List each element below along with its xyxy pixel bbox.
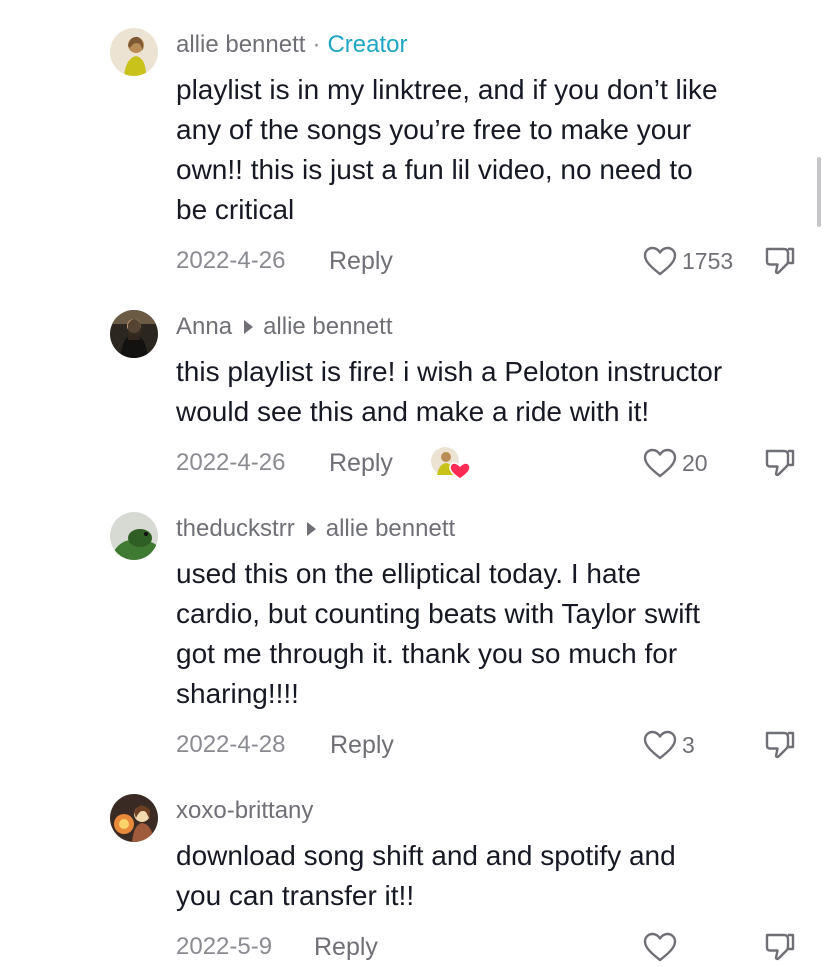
reply-to-username[interactable]: allie bennett: [326, 515, 455, 543]
username[interactable]: theduckstrr: [176, 515, 295, 543]
like-button[interactable]: 1753: [643, 245, 733, 277]
comment-text: download song shift and and spotify and …: [176, 840, 676, 911]
scrollbar[interactable]: [817, 157, 821, 227]
like-button[interactable]: [643, 931, 682, 963]
comment-meta: xoxo-brittany: [176, 796, 313, 826]
comment-date: 2022-4-26: [176, 247, 286, 274]
comment-date: 2022-4-26: [176, 449, 286, 476]
comment-footer: 2022-4-26 Reply 1753: [0, 241, 827, 281]
comment-text: used this on the elliptical today. I hat…: [176, 558, 700, 709]
comment-text: this playlist is fire! i wish a Peloton …: [176, 356, 723, 427]
reply-arrow-icon: [306, 522, 316, 536]
avatar[interactable]: [110, 794, 158, 842]
creator-badge: Creator: [327, 31, 408, 58]
comment-footer: 2022-4-28 Reply 3: [0, 725, 827, 765]
heart-outline-icon: [643, 932, 677, 962]
dislike-button[interactable]: [764, 246, 796, 281]
reply-arrow-icon: [244, 320, 254, 334]
like-count: 3: [682, 731, 695, 758]
username[interactable]: Anna: [176, 313, 232, 341]
dislike-button[interactable]: [764, 932, 796, 967]
like-count: 1753: [682, 247, 734, 274]
comment-text: playlist is in my linktree, and if you d…: [176, 74, 718, 225]
heart-outline-icon: [643, 246, 677, 276]
creator-liked-badge: [430, 445, 471, 481]
avatar[interactable]: [110, 310, 158, 358]
thumbs-down-icon: [765, 933, 795, 961]
username[interactable]: xoxo-brittany: [176, 797, 313, 825]
comment-footer: 2022-4-26 Reply 20: [0, 443, 827, 483]
comment-meta: allie bennett · Creator: [176, 30, 407, 60]
comment-footer: 2022-5-9 Reply: [0, 927, 827, 967]
dislike-button[interactable]: [764, 730, 796, 765]
separator: ·: [312, 31, 321, 58]
username[interactable]: allie bennett: [176, 31, 305, 59]
comment-meta: theduckstrr allie bennett: [176, 514, 455, 544]
avatar[interactable]: [110, 28, 158, 76]
avatar[interactable]: [110, 512, 158, 560]
like-count: 20: [682, 449, 708, 476]
like-button[interactable]: 3: [643, 729, 695, 761]
dislike-button[interactable]: [764, 448, 796, 483]
reply-button[interactable]: Reply: [330, 725, 394, 765]
reply-button[interactable]: Reply: [329, 443, 393, 483]
reply-button[interactable]: Reply: [314, 927, 378, 967]
thumbs-down-icon: [765, 449, 795, 477]
comment-date: 2022-5-9: [176, 933, 273, 960]
thumbs-down-icon: [765, 731, 795, 759]
creator-liked-heart-icon: [431, 447, 471, 480]
reply-to-username[interactable]: allie bennett: [263, 313, 392, 341]
comment-meta: Anna allie bennett: [176, 312, 393, 342]
comment-date: 2022-4-28: [176, 731, 286, 758]
thumbs-down-icon: [765, 247, 795, 275]
reply-button[interactable]: Reply: [329, 241, 393, 281]
heart-outline-icon: [643, 730, 677, 760]
heart-outline-icon: [643, 448, 677, 478]
like-button[interactable]: 20: [643, 447, 708, 479]
